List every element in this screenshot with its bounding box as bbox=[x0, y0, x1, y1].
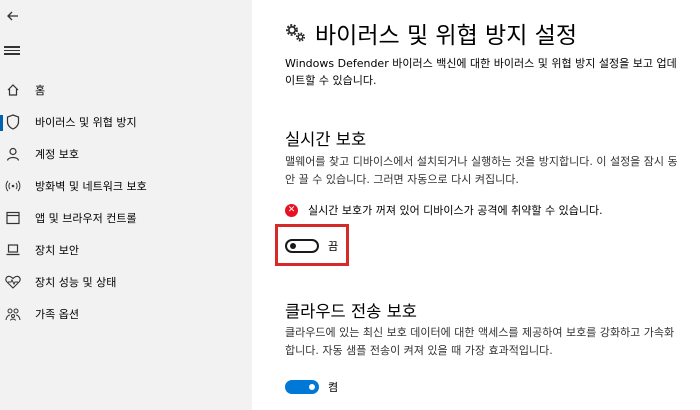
sidebar-item-device-security[interactable]: 장치 보안 bbox=[0, 236, 252, 264]
sidebar-item-label: 장치 성능 및 상태 bbox=[35, 276, 117, 289]
person-icon bbox=[5, 146, 21, 162]
page-header: 바이러스 및 위협 방지 설정 bbox=[285, 16, 577, 50]
sidebar-item-label: 장치 보안 bbox=[35, 244, 79, 257]
sidebar-item-device-performance[interactable]: 장치 성능 및 상태 bbox=[0, 268, 252, 296]
shield-icon bbox=[5, 114, 21, 130]
home-icon bbox=[5, 82, 21, 98]
sidebar-item-family-options[interactable]: 가족 옵션 bbox=[0, 300, 252, 328]
realtime-protection-description: 맬웨어를 찾고 디바이스에서 설치되거나 실행하는 것을 방지합니다. 이 설정… bbox=[285, 155, 678, 186]
heart-icon bbox=[5, 274, 21, 290]
sidebar: 홈 바이러스 및 위협 방지 계정 보호 방화벽 및 네트워크 보호 앱 및 브… bbox=[0, 0, 252, 410]
main-content: 바이러스 및 위협 방지 설정 Windows Defender 바이러스 백신… bbox=[275, 0, 690, 410]
sidebar-item-home[interactable]: 홈 bbox=[0, 76, 252, 104]
page-title: 바이러스 및 위협 방지 설정 bbox=[315, 23, 578, 49]
cloud-protection-toggle[interactable] bbox=[285, 380, 319, 394]
sidebar-item-label: 홈 bbox=[35, 84, 46, 97]
wifi-icon bbox=[5, 178, 21, 194]
sidebar-item-virus-protection[interactable]: 바이러스 및 위협 방지 bbox=[0, 108, 252, 136]
settings-gears-icon bbox=[285, 22, 307, 44]
realtime-warning: ✕ 실시간 보호가 꺼져 있어 디바이스가 공격에 취약할 수 있습니다. bbox=[285, 202, 603, 218]
sidebar-item-label: 가족 옵션 bbox=[35, 308, 79, 321]
sidebar-item-label: 앱 및 브라우저 컨트롤 bbox=[35, 212, 137, 225]
sidebar-item-firewall[interactable]: 방화벽 및 네트워크 보호 bbox=[0, 172, 252, 200]
page-description: Windows Defender 바이러스 백신에 대한 바이러스 및 위협 방… bbox=[285, 57, 677, 87]
realtime-protection-toggle[interactable] bbox=[285, 239, 319, 253]
toggle-state-label: 끔 bbox=[328, 240, 339, 253]
sidebar-item-label: 계정 보호 bbox=[35, 148, 79, 161]
cloud-protection-toggle-row: 켬 bbox=[285, 379, 338, 395]
realtime-protection-toggle-row: 끔 bbox=[285, 238, 338, 254]
toggle-state-label: 켬 bbox=[328, 381, 339, 394]
cloud-protection-title: 클라우드 전송 보호 bbox=[285, 302, 417, 321]
error-x-icon: ✕ bbox=[285, 203, 298, 217]
sidebar-item-app-browser-control[interactable]: 앱 및 브라우저 컨트롤 bbox=[0, 204, 252, 232]
cloud-protection-description: 클라우드에 있는 최신 보호 데이터에 대한 액세스를 제공하여 보호를 강화하… bbox=[285, 326, 675, 357]
browser-icon bbox=[5, 210, 21, 226]
warning-text: 실시간 보호가 꺼져 있어 디바이스가 공격에 취약할 수 있습니다. bbox=[308, 204, 603, 217]
back-arrow-icon[interactable] bbox=[3, 6, 23, 26]
sidebar-item-label: 바이러스 및 위협 방지 bbox=[35, 116, 137, 129]
laptop-icon bbox=[5, 242, 21, 258]
realtime-protection-title: 실시간 보호 bbox=[285, 130, 367, 149]
sidebar-item-account-protection[interactable]: 계정 보호 bbox=[0, 140, 252, 168]
hamburger-menu-icon[interactable] bbox=[4, 44, 20, 58]
family-icon bbox=[5, 306, 21, 322]
sidebar-item-label: 방화벽 및 네트워크 보호 bbox=[35, 180, 147, 193]
